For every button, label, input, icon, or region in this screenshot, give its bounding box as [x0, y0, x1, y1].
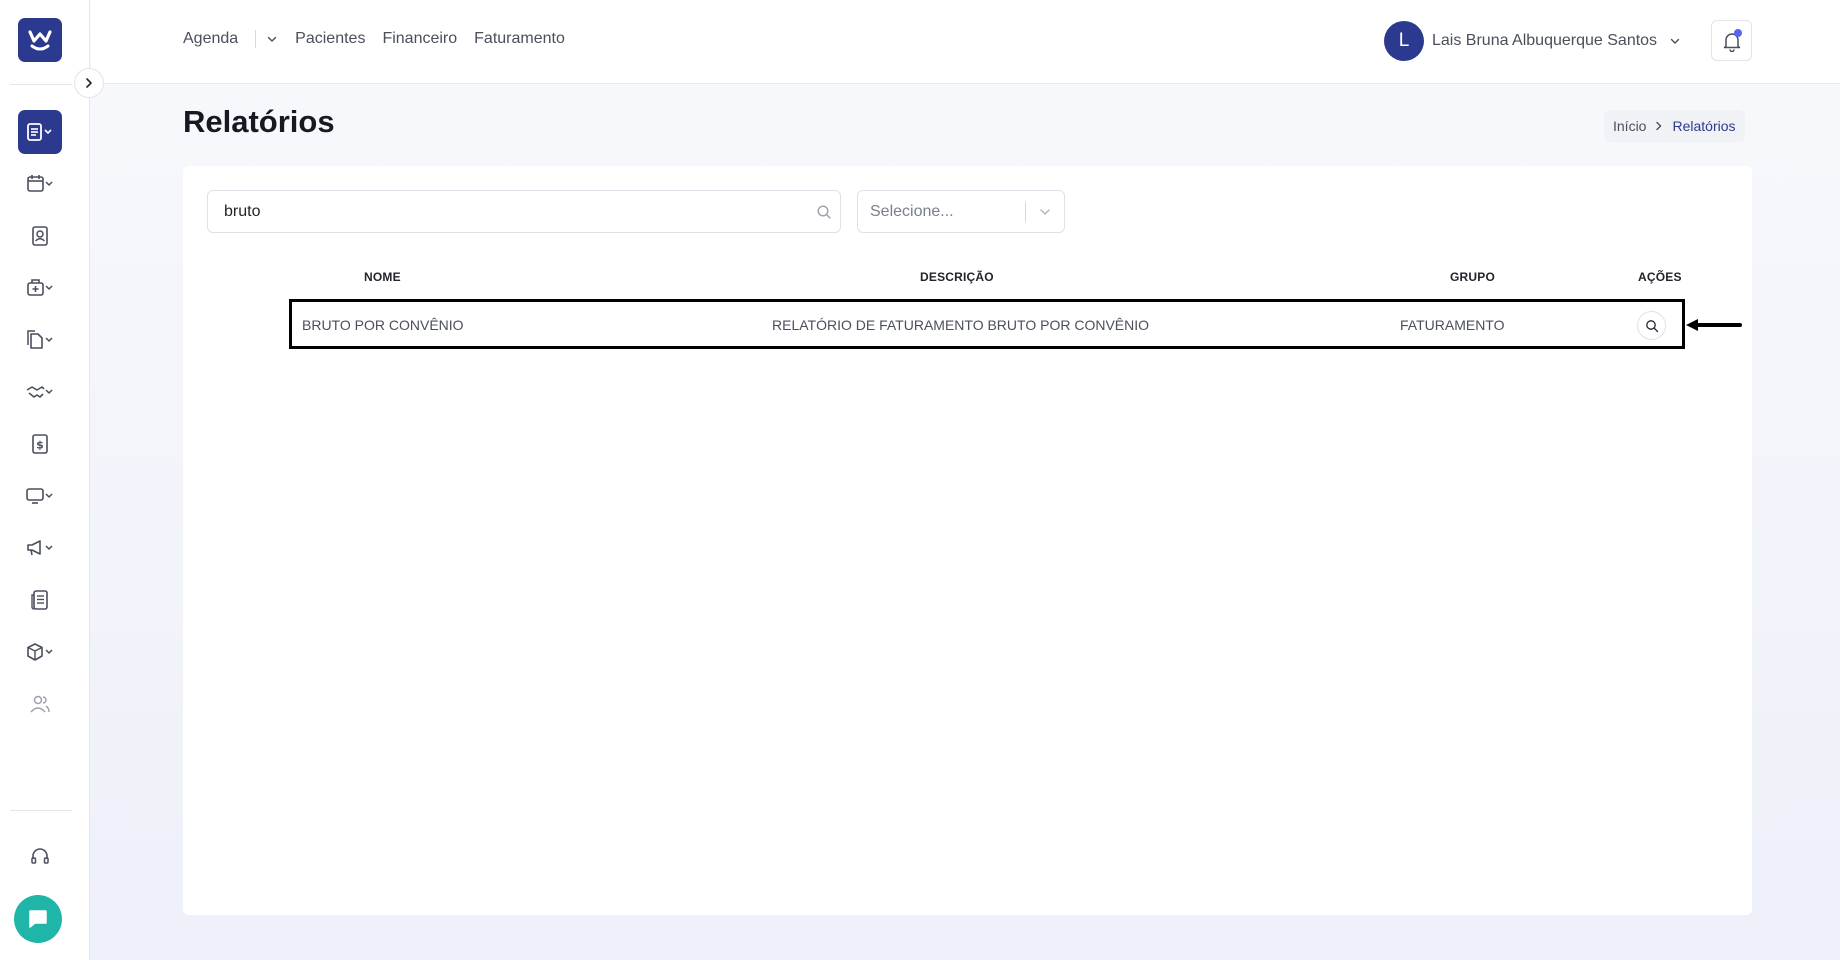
users-icon	[30, 695, 50, 713]
breadcrumb-home[interactable]: Início	[1613, 118, 1646, 134]
reports-icon	[27, 123, 52, 141]
sidebar-toggle-button[interactable]	[74, 68, 104, 98]
chat-icon	[29, 910, 47, 928]
newspaper-icon	[31, 590, 48, 610]
search-input[interactable]	[208, 191, 788, 232]
annotation-arrow-icon	[1686, 319, 1742, 331]
user-menu[interactable]: L Lais Bruna Albuquerque Santos	[1384, 21, 1681, 61]
sidebar: $	[0, 0, 90, 960]
sidebar-item-inventory[interactable]	[18, 630, 62, 674]
sidebar-item-marketing[interactable]	[18, 526, 62, 570]
top-nav: Agenda Pacientes Financeiro Faturamento	[183, 30, 582, 48]
sidebar-divider	[10, 84, 72, 85]
sidebar-item-finance[interactable]: $	[18, 422, 62, 466]
sidebar-item-reports[interactable]	[18, 110, 62, 154]
sidebar-item-patients[interactable]	[18, 214, 62, 258]
chevron-down-icon	[1670, 38, 1680, 44]
topnav-divider	[255, 30, 257, 48]
column-header-descricao: DESCRIÇÃO	[920, 270, 994, 284]
breadcrumb-separator	[1654, 121, 1664, 131]
top-bar: Agenda Pacientes Financeiro Faturamento …	[91, 0, 1840, 84]
sidebar-item-news[interactable]	[18, 578, 62, 622]
chevron-right-icon	[86, 78, 92, 88]
chevron-down-icon	[267, 36, 277, 42]
column-header-acoes: AÇÕES	[1638, 270, 1682, 284]
sidebar-item-monitor[interactable]	[18, 474, 62, 518]
row-descricao: RELATÓRIO DE FATURAMENTO BRUTO POR CONVÊ…	[772, 317, 1150, 333]
calendar-icon	[27, 175, 53, 192]
user-name: Lais Bruna Albuquerque Santos	[1432, 32, 1658, 49]
sidebar-item-partners[interactable]	[18, 370, 62, 414]
app-logo[interactable]	[18, 18, 62, 62]
breadcrumb-current: Relatórios	[1672, 118, 1736, 134]
topnav-financeiro[interactable]: Financeiro	[382, 30, 457, 48]
column-header-nome: NOME	[364, 270, 401, 284]
search-icon	[1645, 319, 1658, 332]
sidebar-item-support[interactable]	[18, 835, 62, 879]
row-nome: BRUTO POR CONVÊNIO	[302, 317, 464, 333]
notification-dot	[1734, 29, 1742, 37]
dollar-icon: $	[32, 434, 48, 454]
topnav-faturamento[interactable]: Faturamento	[474, 30, 565, 48]
search-icon	[817, 205, 831, 219]
chevron-down-icon	[1040, 208, 1050, 215]
chevron-right-icon	[1656, 121, 1662, 131]
sidebar-item-documents[interactable]	[18, 318, 62, 362]
documents-icon	[27, 330, 53, 349]
monitor-icon	[26, 488, 53, 504]
group-select[interactable]: Selecione...	[857, 190, 1065, 233]
view-report-button[interactable]	[1637, 311, 1666, 340]
svg-text:$: $	[36, 439, 44, 452]
sidebar-item-calendar[interactable]	[18, 162, 62, 206]
logo-mark-icon	[28, 30, 52, 51]
topnav-pacientes[interactable]: Pacientes	[295, 30, 365, 48]
handshake-icon	[26, 386, 53, 398]
notifications-button[interactable]	[1711, 20, 1752, 61]
avatar: L	[1384, 21, 1424, 61]
page-title: Relatórios	[183, 104, 335, 139]
table-row[interactable]: BRUTO POR CONVÊNIO RELATÓRIO DE FATURAME…	[289, 299, 1685, 349]
user-menu-caret	[1669, 35, 1681, 47]
breadcrumb: Início Relatórios	[1604, 110, 1745, 142]
patient-badge-icon	[32, 226, 48, 246]
select-caret[interactable]	[1026, 205, 1064, 219]
column-header-grupo: GRUPO	[1450, 270, 1496, 284]
row-grupo: FATURAMENTO	[1400, 317, 1505, 333]
topnav-agenda[interactable]: Agenda	[183, 30, 238, 48]
search-field[interactable]	[207, 190, 841, 233]
box-icon	[27, 643, 53, 661]
sidebar-divider-bottom	[10, 810, 72, 811]
group-select-placeholder: Selecione...	[870, 202, 954, 220]
sidebar-item-clinic[interactable]	[18, 266, 62, 310]
medical-bag-icon	[27, 279, 53, 296]
reports-card: Selecione... NOME DESCRIÇÃO GRUPO AÇÕES …	[183, 166, 1752, 915]
agenda-dropdown-toggle[interactable]	[266, 33, 278, 45]
megaphone-icon	[27, 540, 53, 556]
headset-icon	[31, 848, 49, 864]
chat-button[interactable]	[14, 895, 62, 943]
sidebar-item-users[interactable]	[18, 682, 62, 726]
